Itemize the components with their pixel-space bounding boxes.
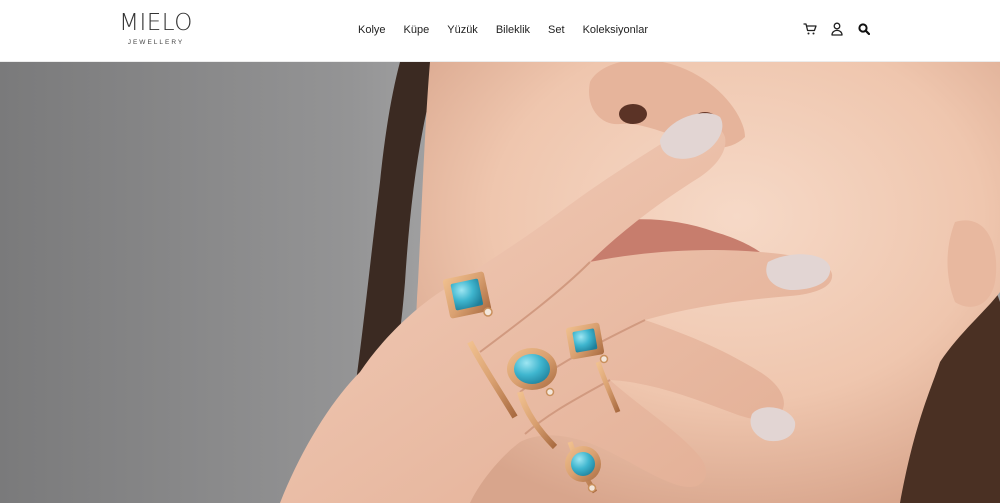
user-icon[interactable] <box>829 20 844 37</box>
hero-image <box>0 62 1000 503</box>
brand-tagline: JEWELLERY <box>127 39 185 46</box>
brand-name: MIELO <box>119 10 193 36</box>
cart-icon[interactable] <box>802 20 817 37</box>
main-navigation: Kolye Küpe Yüzük Bileklik Set Koleksiyon… <box>358 22 648 38</box>
brand-logo[interactable]: MIELO JEWELLERY <box>116 10 196 52</box>
nav-item-kupe[interactable]: Küpe <box>404 22 430 38</box>
header-actions <box>802 20 871 37</box>
nav-item-kolye[interactable]: Kolye <box>358 22 386 38</box>
search-icon[interactable] <box>856 20 871 37</box>
nav-item-bileklik[interactable]: Bileklik <box>496 22 530 38</box>
hero-banner[interactable] <box>0 62 1000 503</box>
nav-item-koleksiyonlar[interactable]: Koleksiyonlar <box>583 22 648 38</box>
nav-item-set[interactable]: Set <box>548 22 565 38</box>
nav-item-yuzuk[interactable]: Yüzük <box>447 22 478 38</box>
site-header: MIELO JEWELLERY Kolye Küpe Yüzük Bilekli… <box>0 0 1000 62</box>
